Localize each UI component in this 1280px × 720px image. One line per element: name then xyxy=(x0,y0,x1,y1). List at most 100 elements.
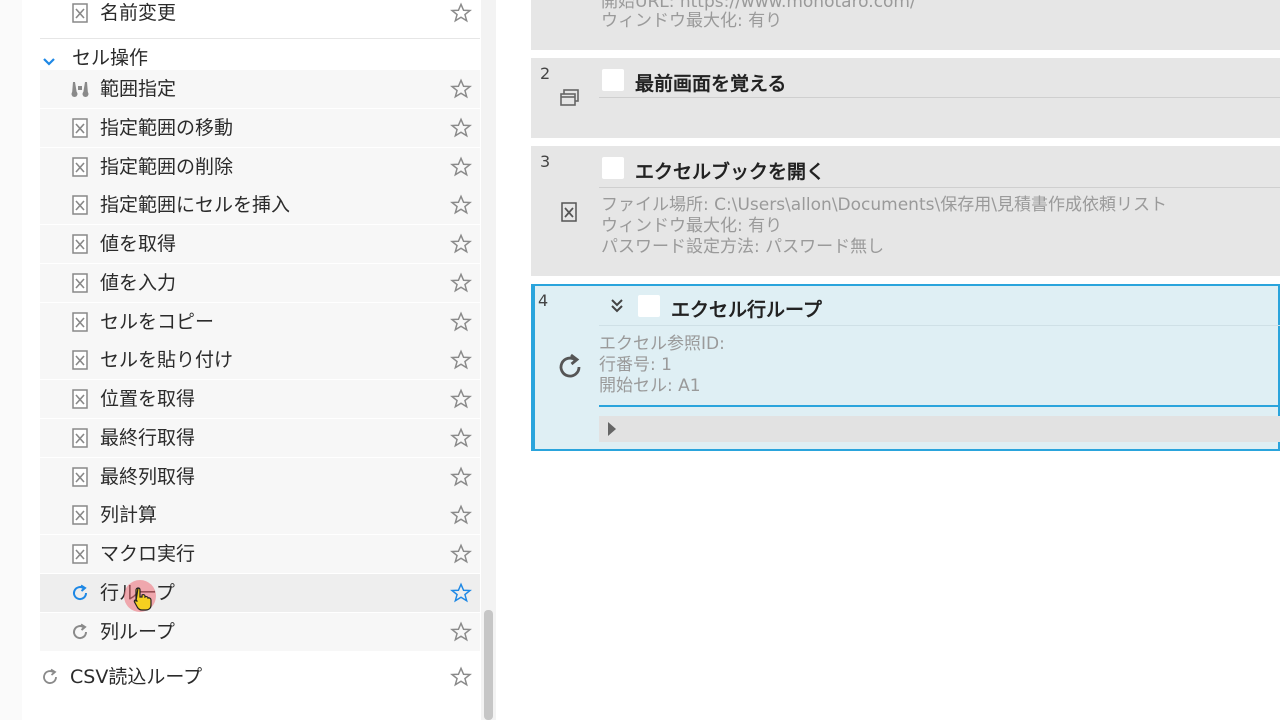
action-item-label: 最終列取得 xyxy=(100,466,196,488)
excel-file-icon xyxy=(561,202,577,226)
excel-file-icon xyxy=(70,312,90,332)
action-item-label: 最終行取得 xyxy=(100,427,196,449)
loop-icon xyxy=(70,583,90,603)
scrollbar-thumb[interactable] xyxy=(484,610,493,720)
step-rule xyxy=(599,97,1280,98)
action-item[interactable]: 範囲指定 xyxy=(40,70,480,108)
step-detail-line: ウィンドウ最大化: 有り xyxy=(601,11,783,31)
star-icon[interactable] xyxy=(450,2,472,24)
excel-file-icon xyxy=(70,544,90,564)
binoculars-icon xyxy=(70,79,90,99)
action-item-label: セルを貼り付け xyxy=(100,349,234,371)
step-rule xyxy=(599,187,1280,188)
action-item-rename[interactable]: 名前変更 xyxy=(40,0,480,32)
star-icon[interactable] xyxy=(450,272,472,294)
action-item[interactable]: 指定範囲にセルを挿入 xyxy=(40,186,480,224)
step-title: エクセルブックを開く xyxy=(635,161,826,183)
action-item-csv-loop[interactable]: CSV読込ループ xyxy=(40,658,480,696)
step-rule xyxy=(599,325,1280,326)
excel-file-icon xyxy=(70,467,90,487)
star-icon[interactable] xyxy=(450,427,472,449)
triangle-right-icon[interactable] xyxy=(607,421,617,441)
action-item[interactable]: 列ループ xyxy=(40,613,480,651)
action-item-label: 位置を取得 xyxy=(100,388,196,410)
star-icon[interactable] xyxy=(450,466,472,488)
star-icon[interactable] xyxy=(450,666,472,688)
star-icon[interactable] xyxy=(450,504,472,526)
action-item-label: セルをコピー xyxy=(100,311,215,333)
excel-file-icon xyxy=(70,428,90,448)
loop-body-top-rule xyxy=(599,405,1280,407)
excel-file-icon xyxy=(70,157,90,177)
action-item[interactable]: 指定範囲の移動 xyxy=(40,109,480,147)
step-title: 最前画面を覚える xyxy=(635,73,787,95)
flow-step-excel-row-loop[interactable]: 4 エクセル行ループ エクセル参照ID: 行番号: 1 開始セル: A1 xyxy=(531,284,1280,451)
step-number: 2 xyxy=(540,64,551,83)
excel-file-icon xyxy=(70,234,90,254)
star-icon[interactable] xyxy=(450,349,472,371)
step-number: 3 xyxy=(540,152,551,171)
action-item[interactable]: 最終列取得 xyxy=(40,458,480,496)
action-item-label: 指定範囲の移動 xyxy=(100,117,234,139)
action-item[interactable]: 最終行取得 xyxy=(40,419,480,457)
excel-file-icon xyxy=(70,350,90,370)
flow-step-remember-front-window[interactable]: 2 最前画面を覚える xyxy=(531,58,1280,138)
loop-icon xyxy=(70,622,90,642)
step-number: 4 xyxy=(538,291,549,310)
hand-cursor-icon xyxy=(124,580,156,612)
action-item[interactable]: 列計算 xyxy=(40,496,480,534)
action-item-label: マクロ実行 xyxy=(100,543,196,565)
star-icon[interactable] xyxy=(450,388,472,410)
window-stack-icon xyxy=(559,88,581,112)
action-item-label: 指定範囲の削除 xyxy=(100,156,234,178)
action-item[interactable]: セルをコピー xyxy=(40,303,480,341)
star-icon[interactable] xyxy=(450,194,472,216)
star-icon[interactable] xyxy=(450,233,472,255)
star-icon[interactable] xyxy=(450,117,472,139)
step-title: エクセル行ループ xyxy=(671,299,822,321)
double-chevron-down-icon[interactable] xyxy=(609,297,625,319)
step-detail-line: ウィンドウ最大化: 有り xyxy=(601,216,783,236)
flow-step-open-excel-book[interactable]: 3 エクセルブックを開く ファイル場所: C:\Users\allon\Docu… xyxy=(531,146,1280,276)
step-checkbox[interactable] xyxy=(602,69,624,91)
action-item[interactable]: 値を取得 xyxy=(40,225,480,263)
step-detail-line: 開始セル: A1 xyxy=(599,376,701,396)
star-icon[interactable] xyxy=(450,543,472,565)
star-icon[interactable] xyxy=(450,78,472,100)
panel-gutter xyxy=(0,0,22,720)
excel-file-icon xyxy=(70,505,90,525)
action-item-label: 名前変更 xyxy=(100,2,177,24)
action-item-label: 列計算 xyxy=(100,504,158,526)
star-icon[interactable] xyxy=(450,582,472,604)
step-checkbox[interactable] xyxy=(602,157,624,179)
action-item[interactable]: セルを貼り付け xyxy=(40,341,480,379)
action-item-label: 指定範囲にセルを挿入 xyxy=(100,194,291,216)
action-item[interactable]: 位置を取得 xyxy=(40,380,480,418)
chevron-down-icon xyxy=(42,52,56,71)
star-icon[interactable] xyxy=(450,311,472,333)
action-item-label: 値を取得 xyxy=(100,233,177,255)
action-item-label: 範囲指定 xyxy=(100,78,177,100)
step-checkbox[interactable] xyxy=(638,295,660,317)
action-item[interactable]: マクロ実行 xyxy=(40,535,480,573)
action-item[interactable]: 行ループ xyxy=(40,574,480,612)
excel-file-icon xyxy=(70,3,90,23)
excel-file-icon xyxy=(70,389,90,409)
star-icon[interactable] xyxy=(450,621,472,643)
loop-icon xyxy=(40,667,60,687)
step-detail-line: 行番号: 1 xyxy=(599,355,672,375)
step-detail-line: パスワード設定方法: パスワード無し xyxy=(601,237,885,257)
step-detail-line: エクセル参照ID: xyxy=(599,334,725,354)
action-item-label: 値を入力 xyxy=(100,272,177,294)
loop-body-drop-zone[interactable] xyxy=(599,416,1280,442)
action-item-label: 列ループ xyxy=(100,621,175,643)
action-item[interactable]: 指定範囲の削除 xyxy=(40,148,480,186)
flow-step-partial[interactable]: 開始URL: https://www.monotaro.com/ ウィンドウ最大… xyxy=(531,0,1280,50)
action-item[interactable]: 値を入力 xyxy=(40,264,480,302)
star-icon[interactable] xyxy=(450,156,472,178)
loop-icon xyxy=(555,352,585,386)
flow-workspace: 開始URL: https://www.monotaro.com/ ウィンドウ最大… xyxy=(496,0,1280,720)
action-library-panel: 名前変更 セル操作 範囲指定 指定範囲の移動 指定範囲の削除 指定範囲にセルを挿入 値を… xyxy=(0,0,496,720)
excel-file-icon xyxy=(70,118,90,138)
excel-file-icon xyxy=(70,195,90,215)
